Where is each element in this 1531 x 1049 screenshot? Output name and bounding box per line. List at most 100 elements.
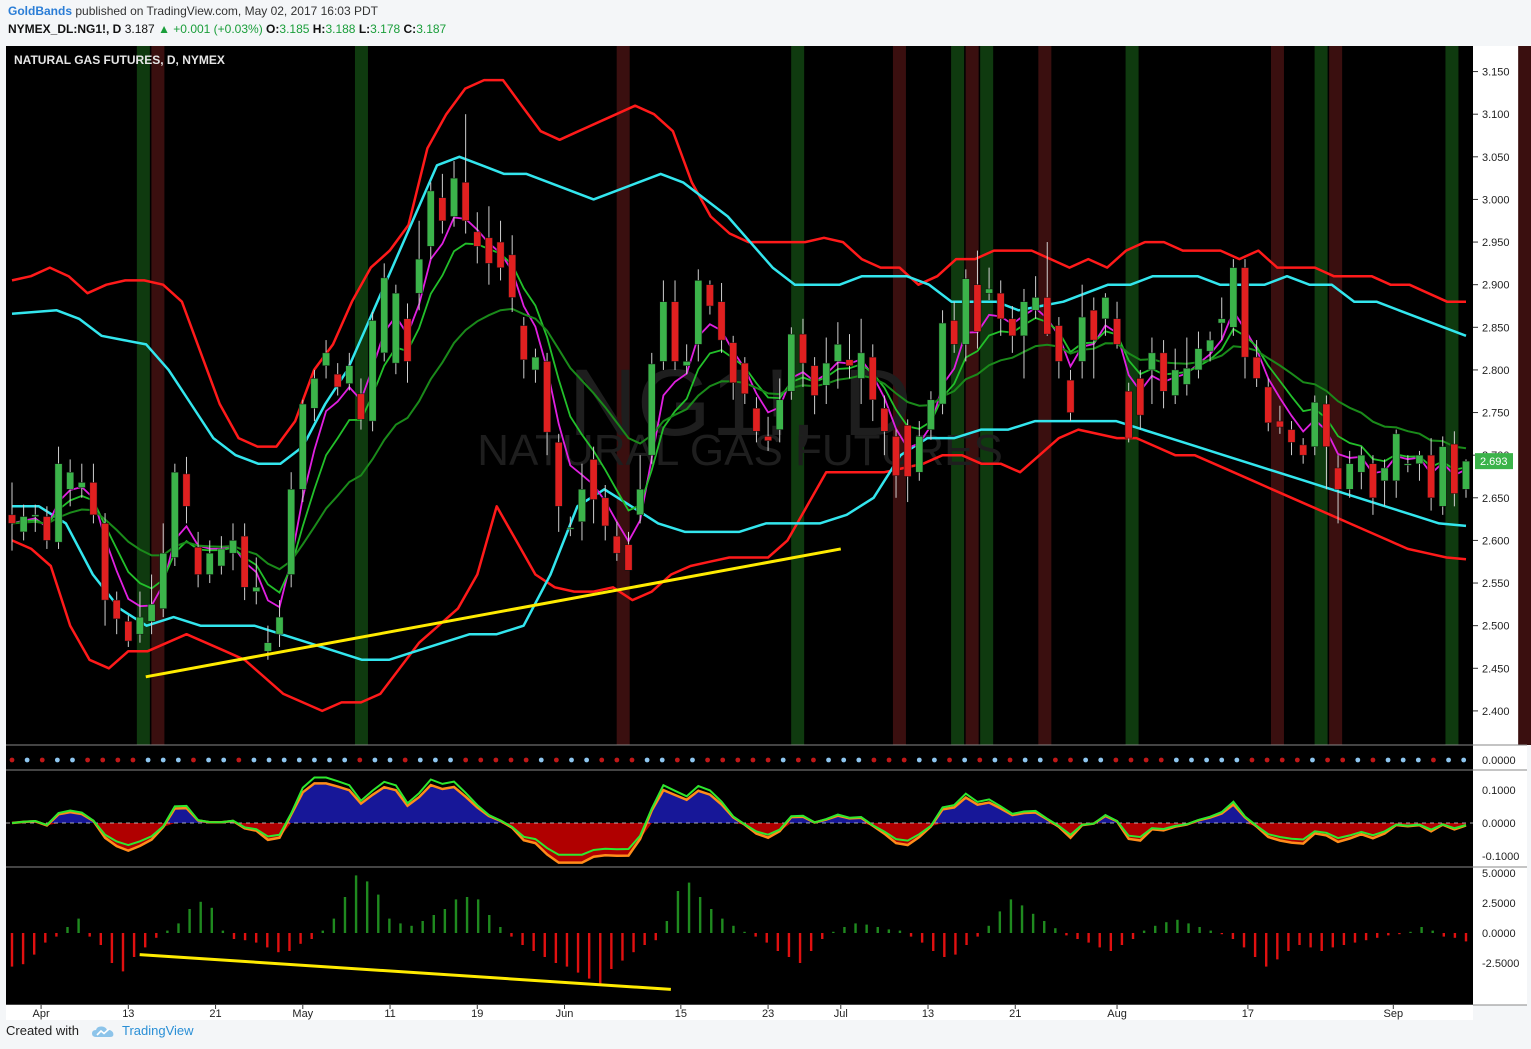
signal-dot	[130, 757, 136, 763]
candle-body	[136, 616, 144, 635]
y-tick-label: 2.600	[1482, 535, 1510, 547]
candle-body	[508, 254, 517, 298]
low-value: 3.178	[370, 22, 401, 36]
candle-body	[1194, 348, 1203, 371]
signal-dot	[599, 757, 605, 763]
signal-zero-label: 0.0000	[1482, 755, 1516, 767]
signal-dot	[1446, 757, 1451, 763]
signal-dot	[39, 757, 45, 763]
signal-dot	[1310, 757, 1315, 763]
histogram-bar	[821, 933, 824, 939]
signal-dot	[795, 757, 801, 763]
candle-body	[578, 489, 586, 522]
candle-body	[519, 325, 528, 360]
signal-dot	[1128, 757, 1134, 763]
candle-body	[89, 482, 98, 516]
y-tick-label: 2.450	[1482, 663, 1510, 675]
x-tick-label: 23	[762, 1008, 774, 1020]
histogram-bar	[299, 933, 302, 944]
histogram-bar	[987, 925, 990, 933]
high-label: H:	[312, 22, 326, 36]
signal-dot	[24, 757, 30, 763]
signal-dot	[553, 757, 559, 763]
signal-dot	[1264, 757, 1270, 763]
signal-dot	[312, 757, 317, 763]
histogram-bar	[210, 907, 213, 933]
histogram-bar	[1043, 921, 1046, 933]
candle-body	[77, 482, 86, 488]
chart-canvas[interactable]: NG1!, DNATURAL GAS FUTURES 3.1503.1003.0…	[0, 40, 1531, 1020]
candle-body	[368, 320, 377, 422]
candle-body	[31, 514, 40, 517]
histogram-bar	[1387, 933, 1390, 936]
histogram-bar	[232, 933, 236, 939]
candle-body	[1392, 433, 1401, 481]
highlight-column	[1314, 46, 1328, 745]
histogram-bar	[454, 899, 458, 933]
candle-body	[19, 516, 28, 533]
y-tick-label: 2.950	[1482, 237, 1510, 249]
x-tick-label: Sep	[1384, 1008, 1404, 1020]
histogram-bar	[1253, 933, 1257, 957]
signal-dot	[1461, 757, 1467, 763]
x-tick-label: Aug	[1107, 1008, 1127, 1020]
histogram-bar	[1298, 933, 1301, 945]
candle-body	[1101, 297, 1110, 320]
candle-body	[1369, 463, 1377, 499]
signal-dot	[327, 757, 332, 763]
histogram-bar	[388, 918, 391, 933]
signal-dot	[357, 757, 363, 763]
symbol-header: NYMEX_DL:NG1!, D 3.187 ▲ +0.001 (+0.03%)…	[8, 22, 446, 36]
signal-dot	[281, 757, 287, 763]
signal-dot	[1007, 757, 1013, 763]
histogram-bar	[599, 933, 602, 985]
histogram-bar	[410, 925, 413, 933]
histogram-bar	[865, 924, 868, 933]
histogram-bar	[809, 933, 813, 951]
candle-body	[1252, 356, 1261, 379]
candle-body	[868, 356, 877, 401]
histogram-bar	[1154, 925, 1157, 933]
histogram-bar	[743, 931, 746, 933]
symbol-label[interactable]: NYMEX_DL:NG1!, D	[8, 22, 121, 36]
histogram-bar	[798, 933, 802, 963]
author-link[interactable]: GoldBands	[8, 4, 72, 18]
histogram-bar	[143, 933, 147, 948]
candle-body	[240, 535, 249, 588]
histogram-bar	[443, 909, 447, 933]
histogram-bar	[421, 921, 424, 933]
histogram-bar	[332, 918, 336, 933]
candle-body	[810, 365, 819, 396]
histogram-bar	[721, 918, 724, 933]
histogram-bar	[1364, 933, 1368, 941]
candle-body	[985, 288, 993, 294]
highlight-column	[951, 46, 965, 745]
histogram-bar	[1176, 919, 1179, 933]
histogram-bar	[55, 933, 58, 937]
histogram-bar	[44, 933, 47, 943]
histogram-bar	[1098, 933, 1101, 948]
histogram-bar	[754, 933, 757, 937]
histogram-tick-label: 0.0000	[1482, 928, 1516, 940]
oscillator-tick-label: -0.1000	[1482, 851, 1519, 863]
signal-dot	[9, 757, 15, 763]
candle-body	[787, 333, 796, 392]
histogram-bar	[510, 933, 513, 937]
x-tick-label: May	[292, 1008, 313, 1020]
chart-title: NATURAL GAS FUTURES, D, NYMEX	[14, 53, 225, 67]
tradingview-link[interactable]: TradingView	[122, 1023, 194, 1038]
signal-dot	[569, 757, 574, 763]
histogram-bar	[1409, 931, 1412, 933]
signal-dot	[977, 757, 983, 763]
candle-body	[264, 642, 272, 652]
signal-dot	[478, 757, 484, 763]
histogram-bar	[1287, 933, 1290, 951]
candle-body	[1345, 463, 1354, 490]
close-value: 3.187	[416, 22, 447, 36]
histogram-bar	[476, 899, 480, 933]
candle-body	[205, 552, 214, 575]
candle-body	[903, 425, 912, 477]
signal-dot	[221, 757, 227, 763]
candle-body	[1171, 369, 1180, 396]
x-tick-label: 13	[922, 1008, 934, 1020]
